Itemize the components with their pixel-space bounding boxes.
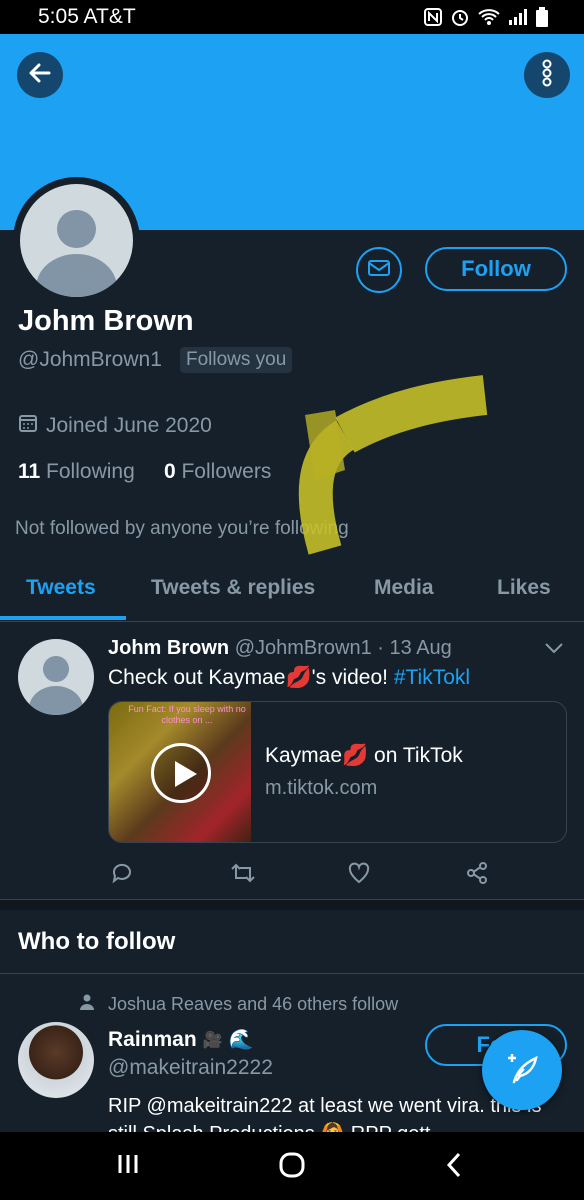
status-time: 5:05 AT&T [38,5,136,28]
following-count: 11 [18,460,41,483]
profile-avatar[interactable] [13,177,140,304]
tab-tweets-and-replies[interactable]: Tweets & replies [151,576,315,600]
section-divider [0,900,584,910]
back-nav-icon[interactable] [446,1152,462,1183]
camera-icon: 🎥 [202,1031,223,1049]
more-vertical-icon [541,59,553,92]
profile-handle: @JohmBrown1 [18,348,162,371]
reply-icon[interactable] [110,861,134,890]
following-link[interactable]: 11 Following [18,460,135,483]
battery-icon [536,7,548,32]
like-heart-icon[interactable] [347,861,371,890]
following-label: Following [46,460,135,483]
yellow-arrow-annotation [298,375,488,555]
tab-likes[interactable]: Likes [497,576,551,600]
calendar-icon [18,413,38,439]
person-icon [78,993,96,1016]
suggested-user-name-row[interactable]: Rainman 🎥 🌊 [108,1027,254,1052]
follow-counts: 11 Following 0 Followers [18,460,271,484]
kiss-lips-icon: 💋 [342,744,369,767]
joined-text: Joined June 2020 [46,414,212,437]
thumbnail-caption: Fun Fact: If you sleep with no clothes o… [128,704,246,725]
suggested-user-name: Rainman [108,1027,197,1051]
home-icon[interactable] [279,1152,305,1183]
kiss-lips-icon: 💋 [285,666,312,689]
system-navigation-bar [0,1132,584,1200]
tweet-author: Johm Brown [108,637,230,659]
play-icon[interactable] [151,743,211,803]
compose-feather-icon [504,1050,540,1091]
status-icons [424,7,548,32]
share-icon[interactable] [465,861,489,890]
who-to-follow-header: Who to follow [0,910,584,974]
suggested-user-avatar[interactable] [18,1022,94,1098]
recent-apps-icon[interactable] [117,1152,139,1181]
video-thumbnail[interactable]: Fun Fact: If you sleep with no clothes o… [109,702,251,842]
compose-tweet-button[interactable] [482,1030,562,1110]
message-button[interactable] [356,247,402,293]
joined-date: Joined June 2020 [18,413,212,439]
tweet-text: Check out Kaymae💋's video! #TikTokl [108,666,470,690]
signal-icon [508,8,528,31]
back-button[interactable] [17,52,63,98]
back-arrow-icon [27,60,53,91]
default-avatar-icon [18,639,94,715]
followers-link[interactable]: 0 Followers [164,460,271,483]
card-title-suffix: on TikTok [368,744,463,767]
card-title-prefix: Kaymae [265,744,343,767]
tab-tweets[interactable]: Tweets [26,576,96,600]
wifi-icon [478,8,500,31]
tweet-actions [110,861,490,887]
social-context: Joshua Reaves and 46 others follow [78,993,398,1016]
active-tab-indicator [0,616,126,620]
tweet-text-suffix: 's video! [311,666,394,689]
tweet-handle: @JohmBrown1 [234,637,372,659]
chevron-down-icon[interactable] [544,641,564,660]
more-options-button[interactable] [524,52,570,98]
card-title: Kaymae💋 on TikTok [265,744,463,768]
tweet[interactable]: Johm Brown @JohmBrown1 · 13 Aug Check ou… [0,623,584,900]
tweet-header: Johm Brown @JohmBrown1 · 13 Aug [108,637,452,660]
envelope-icon [367,258,391,283]
followers-count: 0 [163,460,176,483]
default-avatar-icon [20,184,133,297]
profile-name: Johm Brown [18,305,194,337]
card-url: m.tiktok.com [265,777,378,799]
suggested-user-handle: @makeitrain2222 [108,1056,273,1079]
social-context-text: Joshua Reaves and 46 others follow [108,994,399,1014]
tweet-avatar[interactable] [18,639,94,715]
link-card[interactable]: Fun Fact: If you sleep with no clothes o… [108,701,567,843]
hashtag-link[interactable]: #TikTokl [394,666,470,689]
nfc-icon [424,8,442,31]
retweet-icon[interactable] [230,861,256,890]
profile-tabs: Tweets Tweets & replies Media Likes [0,566,584,622]
tweet-text-prefix: Check out Kaymae [108,666,286,689]
follow-button[interactable]: Follow [425,247,567,291]
who-to-follow-title: Who to follow [18,928,176,955]
tweet-date: · 13 Aug [377,637,452,659]
tab-media[interactable]: Media [374,576,434,600]
status-bar: 5:05 AT&T [0,0,584,34]
followers-label: Followers [181,460,272,483]
alarm-icon [450,7,470,32]
wave-icon: 🌊 [228,1029,254,1051]
